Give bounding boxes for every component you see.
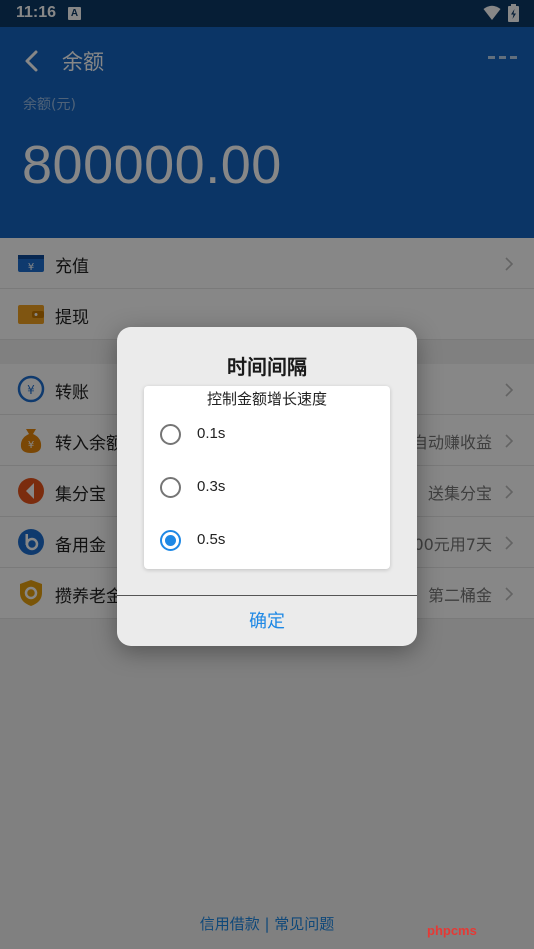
option-label: 0.1s: [197, 425, 226, 442]
option-0-1s[interactable]: 0.1s: [144, 413, 390, 457]
options-subtitle: 控制金额增长速度: [206, 390, 327, 408]
radio-button[interactable]: [160, 424, 181, 445]
dialog-divider: [117, 595, 417, 596]
interval-options-card: 控制金额增长速度 0.1s 0.3s 0.5s: [144, 386, 390, 569]
time-interval-dialog: 时间间隔 控制金额增长速度 0.1s 0.3s 0.5s 确定: [117, 327, 417, 646]
radio-button[interactable]: [160, 477, 181, 498]
option-0-3s[interactable]: 0.3s: [144, 466, 390, 510]
radio-button-selected[interactable]: [160, 530, 181, 551]
confirm-button[interactable]: 确定: [117, 602, 417, 642]
option-0-5s[interactable]: 0.5s: [144, 519, 390, 563]
dialog-title: 时间间隔: [227, 355, 307, 379]
option-label: 0.3s: [197, 478, 226, 495]
watermark: phpcms: [427, 923, 477, 938]
option-label: 0.5s: [197, 531, 226, 548]
